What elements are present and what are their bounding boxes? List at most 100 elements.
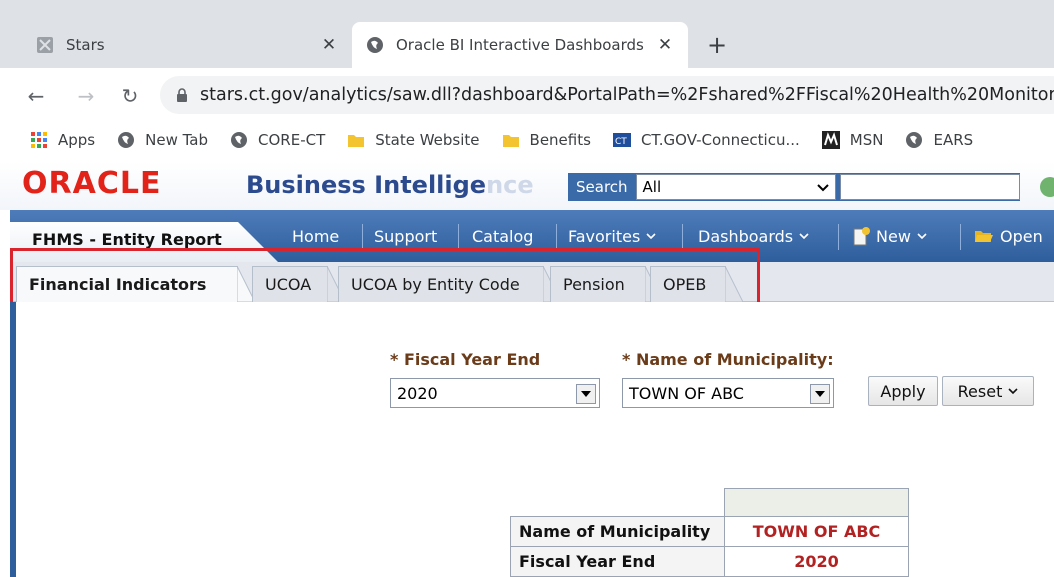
chevron-down-icon bbox=[1008, 387, 1018, 395]
fiscal-year-value: 2020 bbox=[397, 383, 438, 403]
folder-icon bbox=[502, 131, 520, 149]
bookmarks-bar: Apps New Tab CORE-CT State Website Benef… bbox=[0, 122, 1054, 158]
svg-text:CT: CT bbox=[615, 137, 627, 147]
menu-dashboards-label: Dashboards bbox=[698, 226, 794, 246]
row-value: TOWN OF ABC bbox=[724, 516, 909, 547]
global-search: Search All bbox=[568, 173, 1020, 201]
fiscal-year-select[interactable]: 2020 bbox=[390, 378, 600, 408]
address-bar: ← → ↻ stars.ct.gov/analytics/saw.dll?das… bbox=[0, 68, 1054, 122]
bookmark-msn[interactable]: MSN bbox=[821, 122, 884, 158]
menu-support[interactable]: Support bbox=[374, 222, 437, 250]
menu-favorites[interactable]: Favorites bbox=[568, 222, 656, 250]
bookmark-label: State Website bbox=[375, 131, 480, 149]
municipality-select[interactable]: TOWN OF ABC bbox=[622, 378, 834, 408]
bookmark-ct-gov[interactable]: CT CT.GOV-Connecticu... bbox=[612, 122, 800, 158]
bookmark-ears[interactable]: EARS bbox=[905, 122, 973, 158]
globe-icon bbox=[117, 131, 135, 149]
fiscal-year-label: * Fiscal Year End bbox=[390, 350, 541, 369]
apps-grid-icon bbox=[30, 131, 48, 149]
menu-home[interactable]: Home bbox=[292, 222, 339, 250]
oracle-logo: ORACLE bbox=[22, 166, 162, 201]
search-go-icon[interactable] bbox=[1040, 177, 1054, 197]
globe-icon bbox=[905, 131, 923, 149]
search-input[interactable] bbox=[839, 174, 1020, 200]
new-document-icon bbox=[852, 226, 870, 246]
chevron-down-icon bbox=[917, 232, 927, 240]
search-scope-select[interactable]: All bbox=[635, 174, 836, 200]
new-tab-button[interactable]: + bbox=[702, 30, 732, 60]
close-icon[interactable]: ✕ bbox=[654, 34, 676, 56]
row-label: Fiscal Year End bbox=[510, 546, 725, 577]
menu-open-label: Open bbox=[1000, 226, 1043, 246]
bookmark-core-ct[interactable]: CORE-CT bbox=[230, 122, 325, 158]
menu-open[interactable]: Open bbox=[974, 222, 1043, 250]
dropdown-arrow-icon[interactable] bbox=[576, 384, 596, 404]
chevron-down-icon bbox=[646, 232, 656, 240]
table-header-row bbox=[511, 488, 909, 517]
reset-button[interactable]: Reset bbox=[942, 376, 1034, 406]
table-header-cell bbox=[724, 488, 909, 517]
browser-tab-stars[interactable]: Stars ✕ bbox=[22, 22, 352, 68]
lock-icon bbox=[176, 87, 188, 103]
browser-tab-oracle-bi[interactable]: Oracle BI Interactive Dashboards ✕ bbox=[352, 22, 688, 68]
menu-favorites-label: Favorites bbox=[568, 226, 641, 246]
browser-tab-strip: Stars ✕ Oracle BI Interactive Dashboards… bbox=[0, 0, 1054, 68]
menu-divider bbox=[960, 224, 961, 250]
menu-divider bbox=[362, 224, 363, 250]
row-label: Name of Municipality bbox=[510, 516, 725, 547]
reload-icon[interactable]: ↻ bbox=[116, 82, 144, 110]
menu-divider bbox=[838, 224, 839, 250]
close-icon[interactable]: ✕ bbox=[318, 34, 340, 56]
bookmark-label: New Tab bbox=[145, 131, 209, 149]
menu-dashboards[interactable]: Dashboards bbox=[698, 222, 809, 250]
menu-catalog[interactable]: Catalog bbox=[472, 222, 533, 250]
url-text: stars.ct.gov/analytics/saw.dll?dashboard… bbox=[200, 85, 1054, 105]
product-title-fade: nce bbox=[486, 171, 534, 199]
table-row: Name of Municipality TOWN OF ABC bbox=[510, 516, 909, 547]
municipality-value: TOWN OF ABC bbox=[629, 383, 744, 403]
menu-divider bbox=[458, 224, 459, 250]
search-label: Search bbox=[576, 178, 628, 196]
entity-info-table: Name of Municipality TOWN OF ABC Fiscal … bbox=[510, 488, 909, 577]
bookmark-label: EARS bbox=[933, 131, 974, 149]
msn-icon bbox=[821, 131, 840, 149]
dropdown-arrow-icon[interactable] bbox=[810, 384, 830, 404]
screen: Stars ✕ Oracle BI Interactive Dashboards… bbox=[0, 0, 1054, 577]
dashboard-name: FHMS - Entity Report bbox=[32, 230, 222, 249]
back-arrow-icon[interactable]: ← bbox=[22, 82, 50, 110]
bookmark-label: Apps bbox=[58, 131, 96, 149]
product-title: Business Intelligence bbox=[246, 171, 534, 199]
folder-icon bbox=[347, 131, 365, 149]
obi-header: ORACLE Business Intelligence Search All bbox=[0, 162, 1054, 210]
globe-icon bbox=[230, 131, 248, 149]
tab-title: Stars bbox=[66, 36, 105, 54]
bookmark-benefits[interactable]: Benefits bbox=[502, 122, 591, 158]
menu-divider bbox=[556, 224, 557, 250]
search-scope-value: All bbox=[642, 178, 662, 196]
open-folder-icon bbox=[974, 228, 994, 244]
bookmark-label: Benefits bbox=[529, 131, 591, 149]
menu-divider bbox=[682, 224, 683, 250]
table-header-cell bbox=[511, 489, 725, 517]
bookmark-apps[interactable]: Apps bbox=[30, 122, 95, 158]
puzzle-favicon-icon bbox=[36, 36, 54, 54]
chevron-down-icon bbox=[799, 232, 809, 240]
chevron-down-icon bbox=[816, 178, 829, 196]
bookmark-label: MSN bbox=[849, 131, 884, 149]
municipality-label: * Name of Municipality: bbox=[622, 350, 834, 369]
globe-icon bbox=[366, 36, 384, 54]
bookmark-label: CT.GOV-Connecticu... bbox=[640, 131, 800, 149]
bookmark-new-tab[interactable]: New Tab bbox=[117, 122, 208, 158]
bookmark-label: CORE-CT bbox=[258, 131, 326, 149]
row-value: 2020 bbox=[724, 546, 909, 577]
bookmark-state-website[interactable]: State Website bbox=[347, 122, 480, 158]
url-field[interactable]: stars.ct.gov/analytics/saw.dll?dashboard… bbox=[160, 76, 1054, 114]
apply-button[interactable]: Apply bbox=[868, 376, 938, 406]
reset-label: Reset bbox=[957, 381, 1003, 401]
menu-new-label: New bbox=[876, 226, 911, 246]
product-title-main: Business Intellige bbox=[246, 171, 487, 199]
ct-gov-icon: CT bbox=[612, 131, 631, 149]
tab-title: Oracle BI Interactive Dashboards bbox=[396, 36, 644, 54]
forward-arrow-icon[interactable]: → bbox=[72, 82, 100, 110]
menu-new[interactable]: New bbox=[852, 222, 927, 250]
